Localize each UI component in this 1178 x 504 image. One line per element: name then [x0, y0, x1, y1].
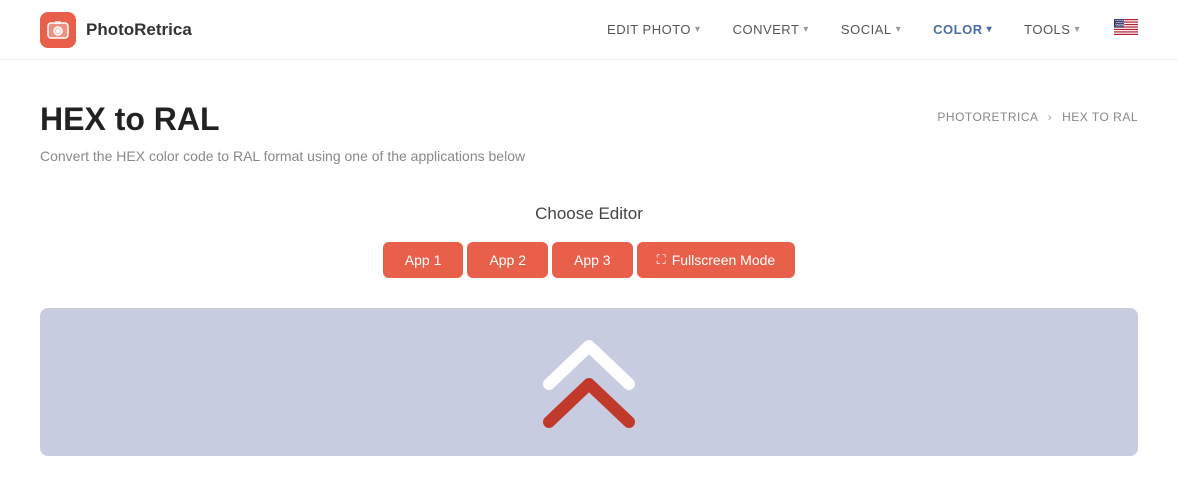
logo-link[interactable]: PhotoRetrica	[40, 12, 192, 48]
chevron-down-icon: ▾	[803, 24, 809, 35]
main-nav: EDIT PHOTO ▾ CONVERT ▾ SOCIAL ▾ COLOR ▾ …	[593, 14, 1138, 45]
logo-text: PhotoRetrica	[86, 20, 192, 40]
chevron-down-icon: ▾	[1074, 24, 1080, 35]
breadcrumb: PHOTORETRICA › HEX TO RAL	[937, 100, 1138, 124]
page-header: HEX to RAL PHOTORETRICA › HEX TO RAL	[40, 100, 1138, 138]
page-title: HEX to RAL	[40, 100, 220, 138]
svg-text:★★★★★: ★★★★★	[1116, 25, 1124, 28]
nav-item-tools[interactable]: TOOLS ▾	[1010, 14, 1094, 45]
nav-item-social[interactable]: SOCIAL ▾	[827, 14, 915, 45]
chevron-down-icon: ▾	[695, 24, 701, 35]
editor-buttons: App 1 App 2 App 3 ⛶ Fullscreen Mode	[40, 242, 1138, 278]
loading-chevrons	[539, 334, 639, 430]
editor-title: Choose Editor	[40, 204, 1138, 224]
chevron-down-icon: ▾	[987, 24, 993, 35]
breadcrumb-separator: ›	[1048, 110, 1053, 124]
app2-button[interactable]: App 2	[467, 242, 548, 278]
language-flag[interactable]: ★★★★★★ ★★★★★ ★★★★★★ ★★★★★	[1106, 19, 1138, 40]
nav-item-color[interactable]: COLOR ▾	[919, 14, 1006, 45]
header: PhotoRetrica EDIT PHOTO ▾ CONVERT ▾ SOCI…	[0, 0, 1178, 60]
breadcrumb-home: PHOTORETRICA	[937, 110, 1037, 124]
page-description: Convert the HEX color code to RAL format…	[40, 148, 1138, 164]
nav-item-edit-photo[interactable]: EDIT PHOTO ▾	[593, 14, 715, 45]
chevron-red-icon	[539, 372, 639, 430]
fullscreen-icon: ⛶	[657, 252, 666, 268]
app-loading-area	[40, 308, 1138, 456]
app3-button[interactable]: App 3	[552, 242, 633, 278]
fullscreen-button[interactable]: ⛶ Fullscreen Mode	[637, 242, 796, 278]
nav-item-convert[interactable]: CONVERT ▾	[719, 14, 823, 45]
editor-section: Choose Editor App 1 App 2 App 3 ⛶ Fullsc…	[40, 204, 1138, 278]
breadcrumb-current: HEX TO RAL	[1062, 110, 1138, 124]
logo-icon	[40, 12, 76, 48]
main-content: HEX to RAL PHOTORETRICA › HEX TO RAL Con…	[0, 60, 1178, 278]
app1-button[interactable]: App 1	[383, 242, 464, 278]
chevron-down-icon: ▾	[896, 24, 902, 35]
